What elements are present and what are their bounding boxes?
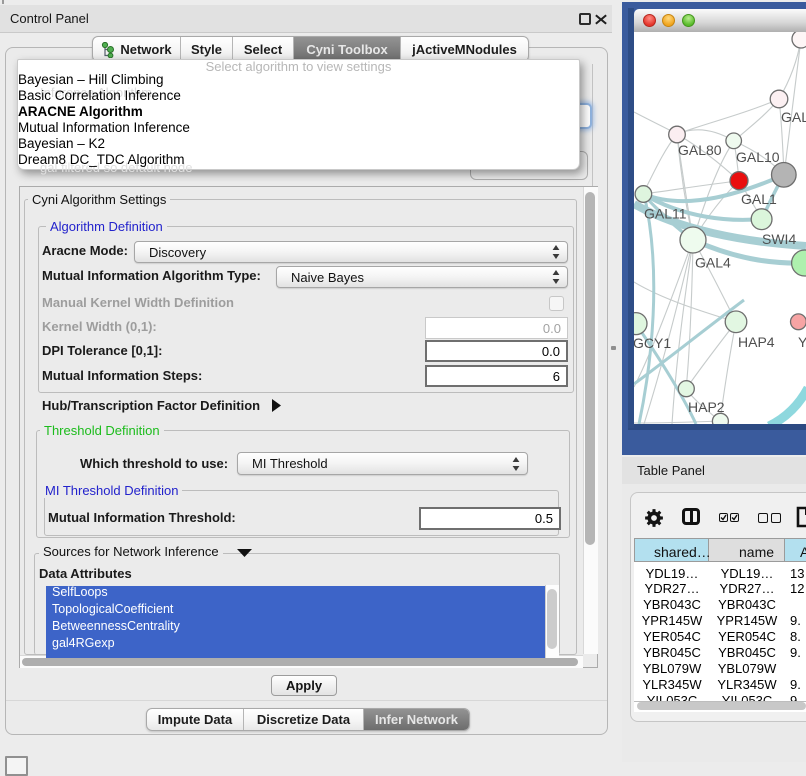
- svg-text:GAL80: GAL80: [678, 142, 722, 158]
- svg-text:GAL1: GAL1: [741, 191, 777, 207]
- svg-text:GAL7: GAL7: [781, 109, 806, 125]
- svg-text:HAP4: HAP4: [738, 334, 775, 350]
- svg-text:GAL11: GAL11: [644, 206, 687, 222]
- svg-text:HAP2: HAP2: [688, 399, 725, 415]
- svg-text:GAL10: GAL10: [736, 149, 780, 165]
- svg-text:GAL4: GAL4: [695, 255, 731, 271]
- svg-text:SWI4: SWI4: [762, 231, 796, 247]
- svg-text:Y: Y: [798, 334, 806, 350]
- svg-text:GCY1: GCY1: [634, 335, 671, 351]
